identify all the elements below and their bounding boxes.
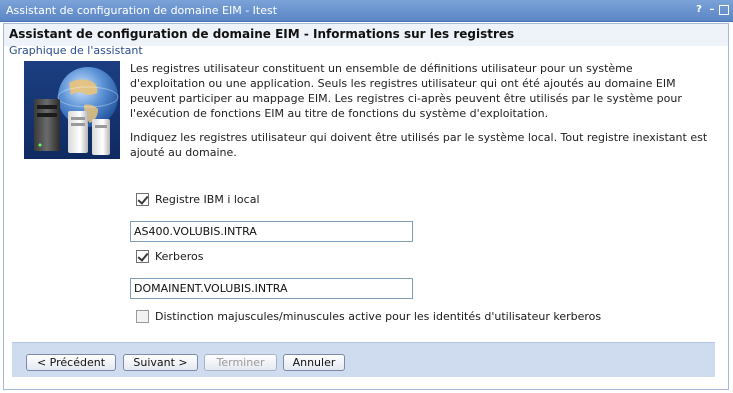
wizard-footer: < Précédent Suivant > Terminer Annuler <box>12 342 715 377</box>
case-sensitive-row[interactable]: Distinction majuscules/minuscules active… <box>136 310 601 323</box>
graphic-link[interactable]: Graphique de l'assistant <box>9 44 143 57</box>
next-button[interactable]: Suivant > <box>123 354 198 371</box>
case-sensitive-checkbox[interactable] <box>136 310 149 323</box>
window-titlebar: Assistant de configuration de domaine EI… <box>0 0 733 22</box>
registry-description: Les registres utilisateur constituent un… <box>130 62 682 120</box>
case-sensitive-label: Distinction majuscules/minuscules active… <box>155 310 602 323</box>
maximize-icon[interactable] <box>719 5 729 15</box>
cancel-button[interactable]: Annuler <box>283 354 345 371</box>
registry-instructions: Indiquez les registres utilisateur qui d… <box>130 131 708 159</box>
local-registry-label: Registre IBM i local <box>155 193 260 206</box>
back-button[interactable]: < Précédent <box>26 354 116 371</box>
kerberos-label: Kerberos <box>155 250 204 263</box>
page-title: Assistant de configuration de domaine EI… <box>9 27 515 41</box>
finish-button: Terminer <box>204 354 277 371</box>
local-registry-input[interactable]: AS400.VOLUBIS.INTRA <box>130 221 413 242</box>
kerberos-input[interactable]: DOMAINENT.VOLUBIS.INTRA <box>130 278 413 299</box>
help-icon[interactable]: ? <box>693 4 705 17</box>
local-registry-row[interactable]: Registre IBM i local <box>136 193 260 206</box>
local-registry-checkbox[interactable] <box>136 193 149 206</box>
window-controls: ? – <box>693 4 729 17</box>
window-title: Assistant de configuration de domaine EI… <box>6 4 278 17</box>
kerberos-checkbox[interactable] <box>136 250 149 263</box>
kerberos-row[interactable]: Kerberos <box>136 250 203 263</box>
minimize-icon[interactable]: – <box>706 4 718 17</box>
server-globe-illustration <box>24 61 120 159</box>
